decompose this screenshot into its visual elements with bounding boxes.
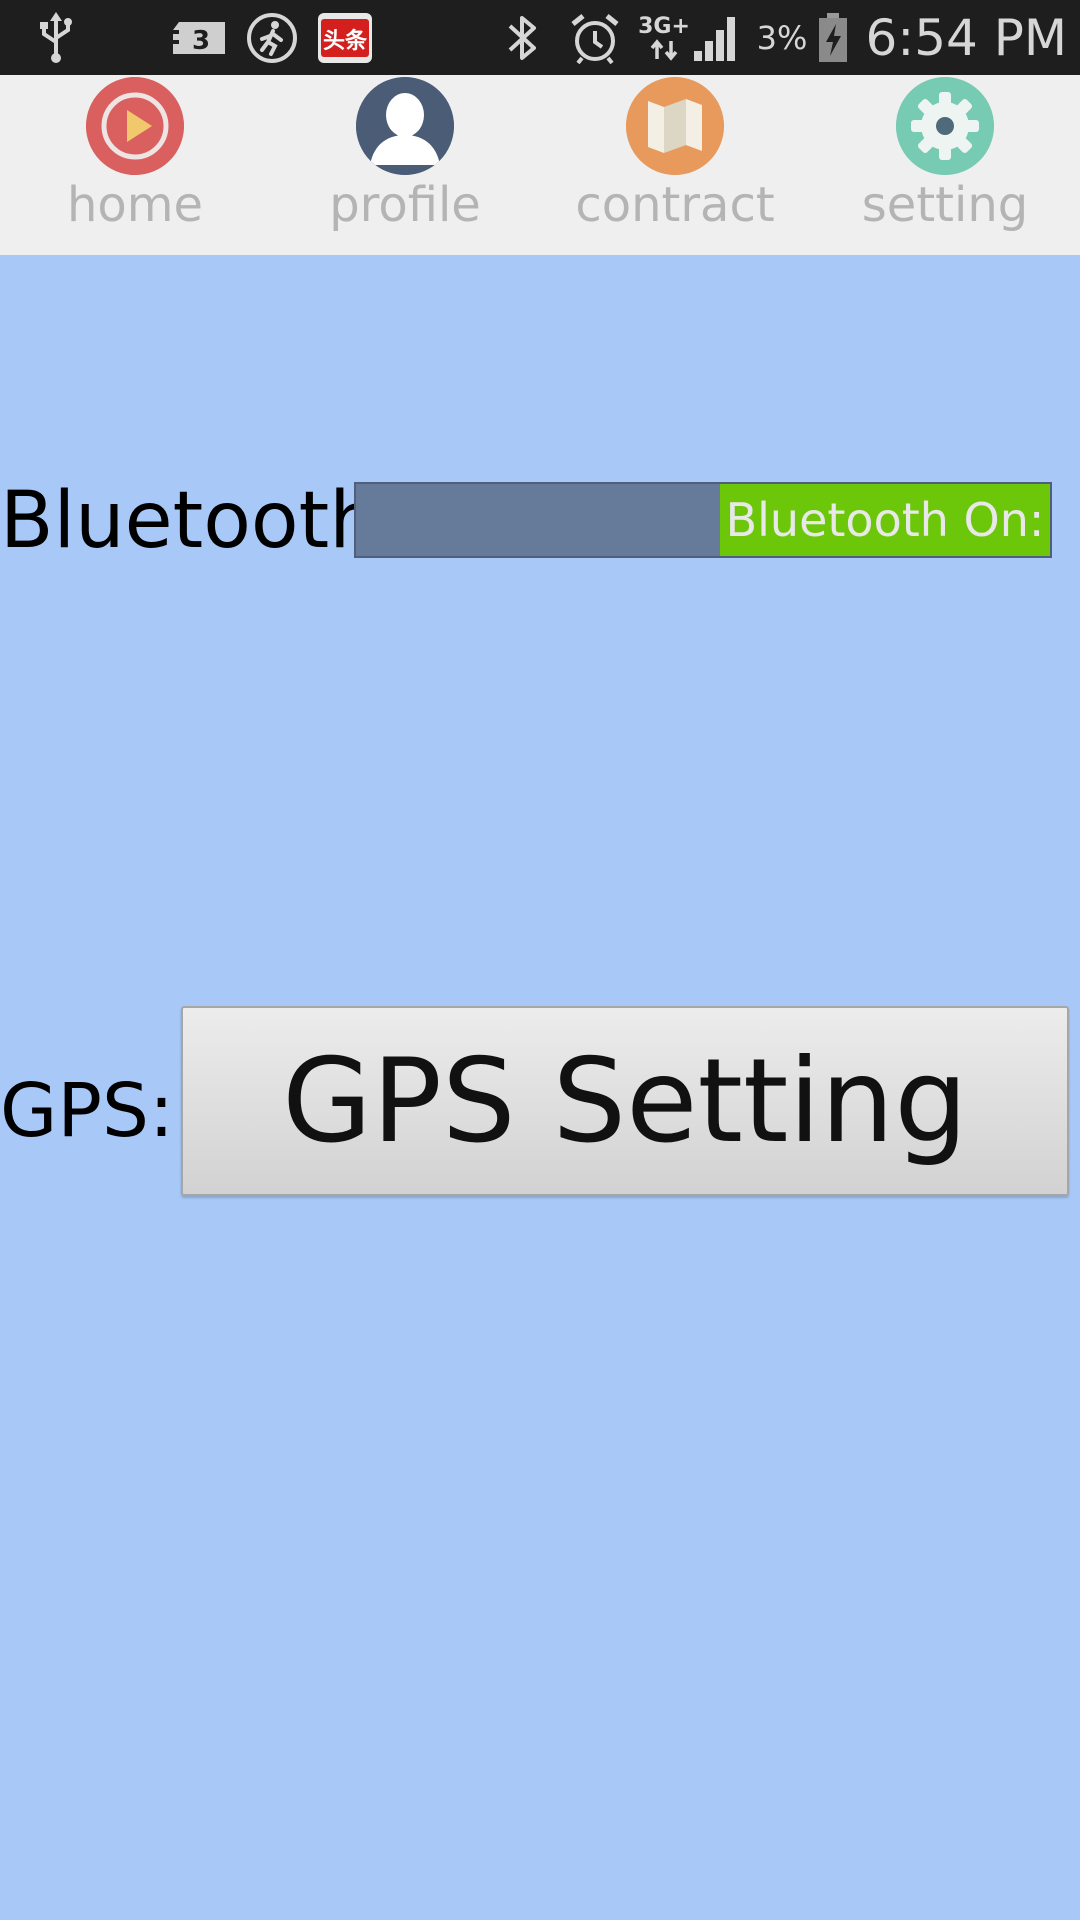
gps-setting-button-label: GPS Setting xyxy=(282,1033,968,1169)
network-3g-icon: 3G+ xyxy=(636,0,692,75)
nav-label-profile: profile xyxy=(329,177,481,233)
runner-icon xyxy=(245,0,299,75)
bluetooth-label: Bluetooth: xyxy=(0,476,405,566)
gps-label: GPS: xyxy=(0,1068,174,1154)
play-icon xyxy=(86,77,184,175)
network-type: 3G+ xyxy=(638,13,690,39)
nav-label-contract: contract xyxy=(575,177,775,233)
nav-label-home: home xyxy=(66,177,204,233)
status-bar: 3 头条 3G+ 3% 6:54 PM xyxy=(0,0,1080,75)
alarm-icon xyxy=(568,0,622,75)
battery-percent: 3% xyxy=(756,18,808,57)
bluetooth-icon xyxy=(502,0,542,75)
bluetooth-toggle-label: Bluetooth On: xyxy=(725,493,1045,547)
nav-item-home[interactable]: home xyxy=(0,75,270,255)
news-app-text: 头条 xyxy=(323,28,368,54)
person-icon xyxy=(356,77,454,175)
bluetooth-toggle-thumb: Bluetooth On: xyxy=(720,484,1050,556)
nav-label-setting: setting xyxy=(861,177,1029,233)
nav-item-contract[interactable]: contract xyxy=(540,75,810,255)
nav-item-setting[interactable]: setting xyxy=(810,75,1080,255)
status-time: 6:54 PM xyxy=(865,8,1067,67)
map-icon xyxy=(626,77,724,175)
signal-icon xyxy=(692,0,742,75)
top-navigation: home profile contract setting xyxy=(0,75,1080,255)
bluetooth-toggle[interactable]: Bluetooth On: xyxy=(354,482,1052,558)
usb-icon xyxy=(34,0,78,75)
battery-charging-icon xyxy=(815,0,851,75)
news-app-icon: 头条 xyxy=(318,0,372,75)
sd-badge: 3 xyxy=(192,26,210,56)
gps-setting-button[interactable]: GPS Setting xyxy=(181,1006,1069,1196)
sd-card-icon: 3 xyxy=(170,0,228,75)
gear-icon xyxy=(896,77,994,175)
nav-item-profile[interactable]: profile xyxy=(270,75,540,255)
